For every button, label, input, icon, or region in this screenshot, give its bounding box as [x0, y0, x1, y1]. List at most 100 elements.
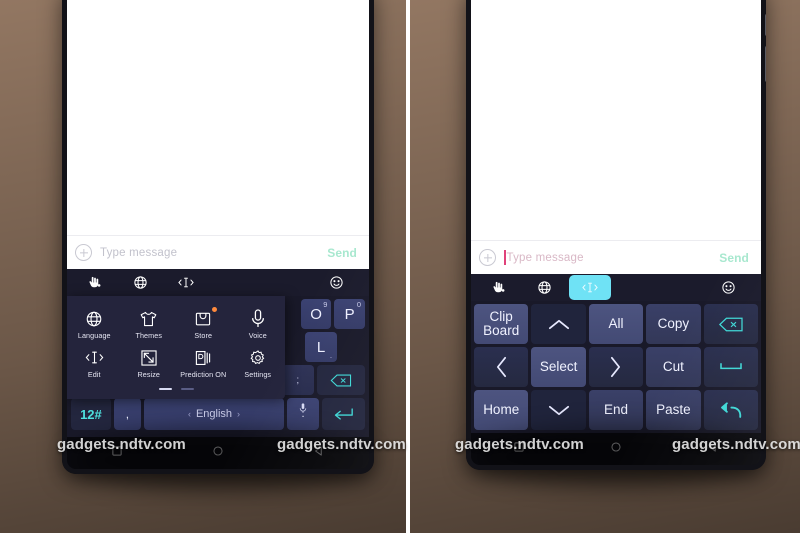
select-key[interactable]: Select — [531, 347, 586, 387]
menu-item-voice[interactable]: Voice — [231, 304, 286, 343]
end-key[interactable]: End — [588, 390, 644, 430]
menu-item-themes[interactable]: Themes — [122, 304, 177, 343]
text-cursor-icon — [85, 348, 104, 367]
copy-key[interactable]: Copy — [646, 304, 701, 344]
menu-item-label: Store — [194, 331, 213, 340]
clipboard-key[interactable]: Clip Board — [474, 304, 529, 344]
enter-icon[interactable] — [321, 398, 365, 430]
key-p[interactable]: 0 P — [334, 299, 365, 329]
page-dot-active[interactable] — [158, 387, 172, 390]
space-prev-lang[interactable]: ‹ — [183, 409, 196, 419]
touch-hand-icon[interactable] — [71, 269, 117, 296]
message-input-left[interactable]: Type message — [100, 247, 319, 259]
key-symbol[interactable]: ; — [281, 365, 314, 395]
key-l[interactable]: . L — [304, 332, 338, 362]
key-l-sub: . — [329, 351, 333, 360]
menu-item-prediction[interactable]: Prediction ON — [176, 343, 231, 382]
clipboard-key-label: Clip Board — [483, 308, 520, 338]
space-key[interactable]: ‹ English › — [143, 398, 285, 430]
key-p-label: P — [344, 305, 355, 323]
cursor-left-key[interactable] — [474, 347, 529, 387]
space-next-lang[interactable]: › — [232, 409, 245, 419]
chat-area-right — [471, 0, 761, 240]
enter-key[interactable] — [703, 390, 758, 430]
key-p-sup: 0 — [356, 300, 361, 309]
compose-bar-left: Type message Send — [67, 235, 369, 269]
shopping-bag-icon — [194, 307, 217, 328]
panel-divider — [406, 0, 410, 533]
touch-hand-icon[interactable] — [475, 274, 521, 301]
watermark: gadgets.ndtv.com — [672, 436, 800, 453]
page-dot[interactable] — [180, 387, 194, 390]
compose-bar-right: Type message Send — [471, 240, 761, 274]
microphone-icon[interactable] — [299, 401, 307, 418]
menu-item-settings[interactable]: Settings — [231, 343, 286, 382]
tshirt-icon — [139, 309, 158, 328]
menu-item-label: Settings — [244, 370, 272, 380]
menu-item-store[interactable]: Store — [176, 304, 231, 343]
cursor-up-key[interactable] — [531, 304, 586, 344]
key-o-label: O — [310, 305, 322, 323]
paste-key[interactable]: Paste — [646, 390, 701, 430]
key-o[interactable]: 9 O — [300, 299, 332, 329]
screen-left: Type message Send 9 O 0 P . L ; 12# , ‹ … — [67, 0, 369, 469]
screenshot-root: Type message Send 9 O 0 P . L ; 12# , ‹ … — [0, 0, 800, 533]
text-caret — [504, 250, 506, 265]
menu-page-indicator — [67, 387, 285, 390]
cursor-right-key[interactable] — [588, 347, 644, 387]
numeric-key[interactable]: 12# — [71, 398, 111, 430]
home-key[interactable]: Home — [474, 390, 529, 430]
backspace-key[interactable] — [703, 304, 758, 344]
send-button[interactable]: Send — [719, 251, 753, 265]
message-input-right[interactable]: Type message — [504, 250, 711, 265]
menu-item-edit[interactable]: Edit — [67, 343, 122, 382]
backspace-icon[interactable] — [316, 365, 366, 395]
send-button[interactable]: Send — [327, 246, 361, 260]
menu-item-label: Prediction ON — [180, 370, 227, 380]
menu-item-label: Language — [77, 331, 111, 340]
space-key[interactable] — [703, 347, 758, 387]
globe-icon[interactable] — [117, 269, 163, 296]
comma-key[interactable]: , — [113, 398, 141, 430]
side-button-power[interactable] — [765, 14, 766, 36]
qwerty-row-bottom: 12# , ‹ English › . — [69, 398, 367, 430]
keyboard-toolbar-right — [471, 274, 761, 301]
microphone-icon — [248, 309, 267, 328]
key-l-label: L — [316, 338, 326, 356]
phone-right: Type message Send Clip Board All Copy Se… — [466, 0, 766, 470]
select-all-key[interactable]: All — [588, 304, 644, 344]
store-notification-badge — [211, 307, 217, 312]
keyboard-right: Clip Board All Copy Select Cut Home End … — [471, 274, 761, 433]
plus-circle-icon[interactable] — [479, 249, 496, 266]
keyboard-menu-grid: Language Themes Store Voice Edit Resize … — [67, 304, 285, 383]
menu-item-label: Voice — [248, 331, 267, 340]
cursor-down-key[interactable] — [531, 390, 586, 430]
screen-right: Type message Send Clip Board All Copy Se… — [471, 0, 761, 465]
emoji-icon[interactable] — [705, 274, 751, 301]
phone-left: Type message Send 9 O 0 P . L ; 12# , ‹ … — [62, 0, 374, 474]
text-cursor-icon-active[interactable] — [567, 274, 613, 301]
gear-icon — [248, 348, 267, 367]
menu-item-resize[interactable]: Resize — [122, 343, 177, 382]
plus-circle-icon[interactable] — [75, 244, 92, 261]
message-placeholder: Type message — [506, 251, 584, 264]
watermark: gadgets.ndtv.com — [277, 436, 406, 453]
text-cursor-icon[interactable] — [163, 269, 209, 296]
side-button-volume[interactable] — [765, 46, 766, 82]
resize-arrow-icon — [139, 348, 158, 367]
menu-item-label: Edit — [87, 370, 101, 380]
cursor-edit-panel: Clip Board All Copy Select Cut Home End … — [471, 301, 761, 433]
menu-item-label: Resize — [137, 370, 161, 380]
keyboard-menu-overlay: Language Themes Store Voice Edit Resize … — [67, 296, 285, 399]
prediction-icon — [194, 348, 213, 367]
cut-key[interactable]: Cut — [646, 347, 701, 387]
emoji-icon[interactable] — [313, 269, 359, 296]
menu-item-language[interactable]: Language — [67, 304, 122, 343]
watermark: gadgets.ndtv.com — [57, 436, 186, 453]
period-key[interactable]: . — [287, 398, 319, 430]
menu-item-label: Themes — [135, 331, 163, 340]
keyboard-body-left: 9 O 0 P . L ; 12# , ‹ English › . Langua… — [67, 296, 369, 437]
key-o-sup: 9 — [323, 300, 328, 309]
message-placeholder: Type message — [100, 246, 178, 259]
globe-icon[interactable] — [521, 274, 567, 301]
